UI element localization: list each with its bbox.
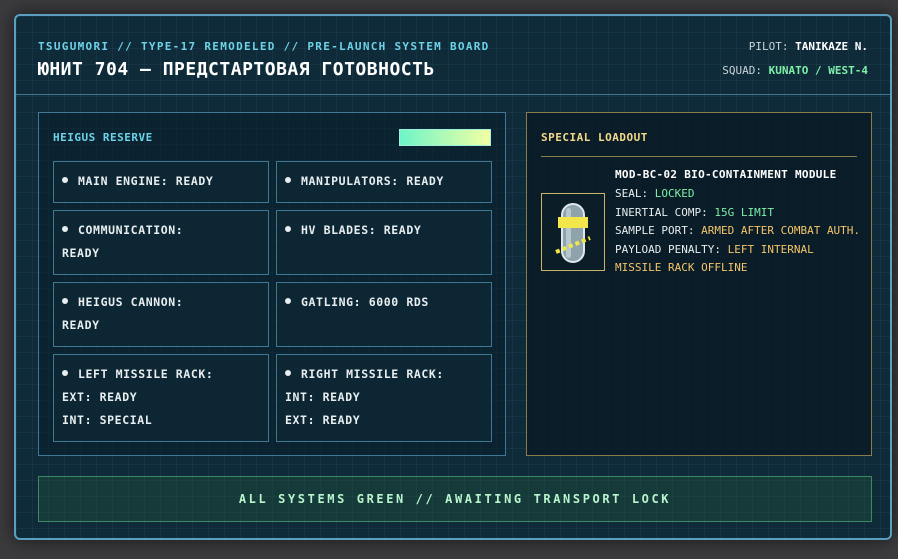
heigus-reserve-panel: HEIGUS RESERVE MAIN ENGINE: READY MANIPU… bbox=[38, 112, 506, 456]
module-details: SEAL: LOCKED INERTIAL COMP: 15G LIMIT SA… bbox=[615, 185, 865, 278]
cell-line: GATLING: 6000 RDS bbox=[285, 291, 483, 314]
status-dot-icon bbox=[285, 298, 291, 304]
status-dot-icon bbox=[62, 370, 68, 376]
pilot-value: TANIKAZE N. bbox=[795, 40, 868, 53]
status-dot-icon bbox=[285, 370, 291, 376]
bio-canister-icon bbox=[541, 193, 605, 271]
cell-line: EXT: READY bbox=[285, 413, 361, 427]
system-cell: HEIGUS CANNON: READY bbox=[53, 282, 269, 347]
page-title: ЮНИТ 704 — ПРЕДСТАРТОВАЯ ГОТОВНОСТЬ bbox=[38, 59, 435, 80]
special-loadout-panel: SPECIAL LOADOUT MOD-BC-02 BIO-CONTAINMEN… bbox=[526, 112, 872, 456]
status-dot-icon bbox=[62, 298, 68, 304]
squad-info: SQUAD: KUNATO / WEST-4 bbox=[722, 64, 868, 77]
reserve-title: HEIGUS RESERVE bbox=[53, 131, 153, 144]
seal-row: SEAL: LOCKED bbox=[615, 187, 695, 200]
status-dot-icon bbox=[62, 177, 68, 183]
inertial-value: 15G LIMIT bbox=[714, 205, 774, 219]
board-subtitle: TSUGUMORI // TYPE-17 REMODELED // PRE-LA… bbox=[38, 40, 490, 53]
system-cell: MAIN ENGINE: READY bbox=[53, 161, 269, 203]
reserve-level-bar bbox=[399, 129, 491, 146]
module-name: MOD-BC-02 BIO-CONTAINMENT MODULE bbox=[615, 168, 837, 181]
payload-penalty-row: PAYLOAD PENALTY: LEFT INTERNAL MISSILE R… bbox=[615, 242, 814, 275]
status-dot-icon bbox=[62, 226, 68, 232]
system-cell: RIGHT MISSILE RACK: INT: READY EXT: READ… bbox=[276, 354, 492, 442]
system-cell: LEFT MISSILE RACK: EXT: READY INT: SPECI… bbox=[53, 354, 269, 442]
squad-label: SQUAD: bbox=[722, 64, 763, 77]
cell-line: READY bbox=[62, 318, 100, 332]
squad-value: KUNATO / WEST-4 bbox=[768, 64, 868, 77]
header-divider bbox=[16, 94, 890, 95]
cell-line: INT: READY bbox=[285, 390, 361, 404]
cell-line: INT: SPECIAL bbox=[62, 413, 153, 427]
cell-line: LEFT MISSILE RACK: bbox=[62, 363, 260, 386]
cell-line: HV BLADES: READY bbox=[285, 219, 483, 242]
status-dot-icon bbox=[285, 177, 291, 183]
bio-canister-svg bbox=[555, 203, 591, 263]
system-board-panel: TSUGUMORI // TYPE-17 REMODELED // PRE-LA… bbox=[14, 14, 892, 540]
cell-line: COMMUNICATION: bbox=[62, 219, 260, 242]
inertial-row: INERTIAL COMP: 15G LIMIT bbox=[615, 205, 774, 219]
pilot-label: PILOT: bbox=[748, 40, 789, 53]
sample-port-row: SAMPLE PORT: ARMED AFTER COMBAT AUTH. bbox=[615, 224, 861, 237]
cell-line: EXT: READY bbox=[62, 390, 138, 404]
system-cell: HV BLADES: READY bbox=[276, 210, 492, 275]
cell-line: MANIPULATORS: READY bbox=[285, 170, 483, 193]
system-cell: COMMUNICATION: READY bbox=[53, 210, 269, 275]
seal-value: LOCKED bbox=[654, 187, 695, 200]
cell-line: MAIN ENGINE: READY bbox=[62, 170, 260, 193]
system-cell: MANIPULATORS: READY bbox=[276, 161, 492, 203]
loadout-title: SPECIAL LOADOUT bbox=[541, 131, 648, 144]
status-dot-icon bbox=[285, 226, 291, 232]
pilot-info: PILOT: TANIKAZE N. bbox=[749, 40, 868, 53]
loadout-divider bbox=[541, 156, 857, 157]
sample-port-value: ARMED AFTER COMBAT AUTH. bbox=[701, 224, 861, 237]
cell-line: READY bbox=[62, 246, 100, 260]
cell-line: HEIGUS CANNON: bbox=[62, 291, 260, 314]
system-cell: GATLING: 6000 RDS bbox=[276, 282, 492, 347]
status-banner: ALL SYSTEMS GREEN // AWAITING TRANSPORT … bbox=[38, 476, 872, 522]
cell-line: RIGHT MISSILE RACK: bbox=[285, 363, 483, 386]
